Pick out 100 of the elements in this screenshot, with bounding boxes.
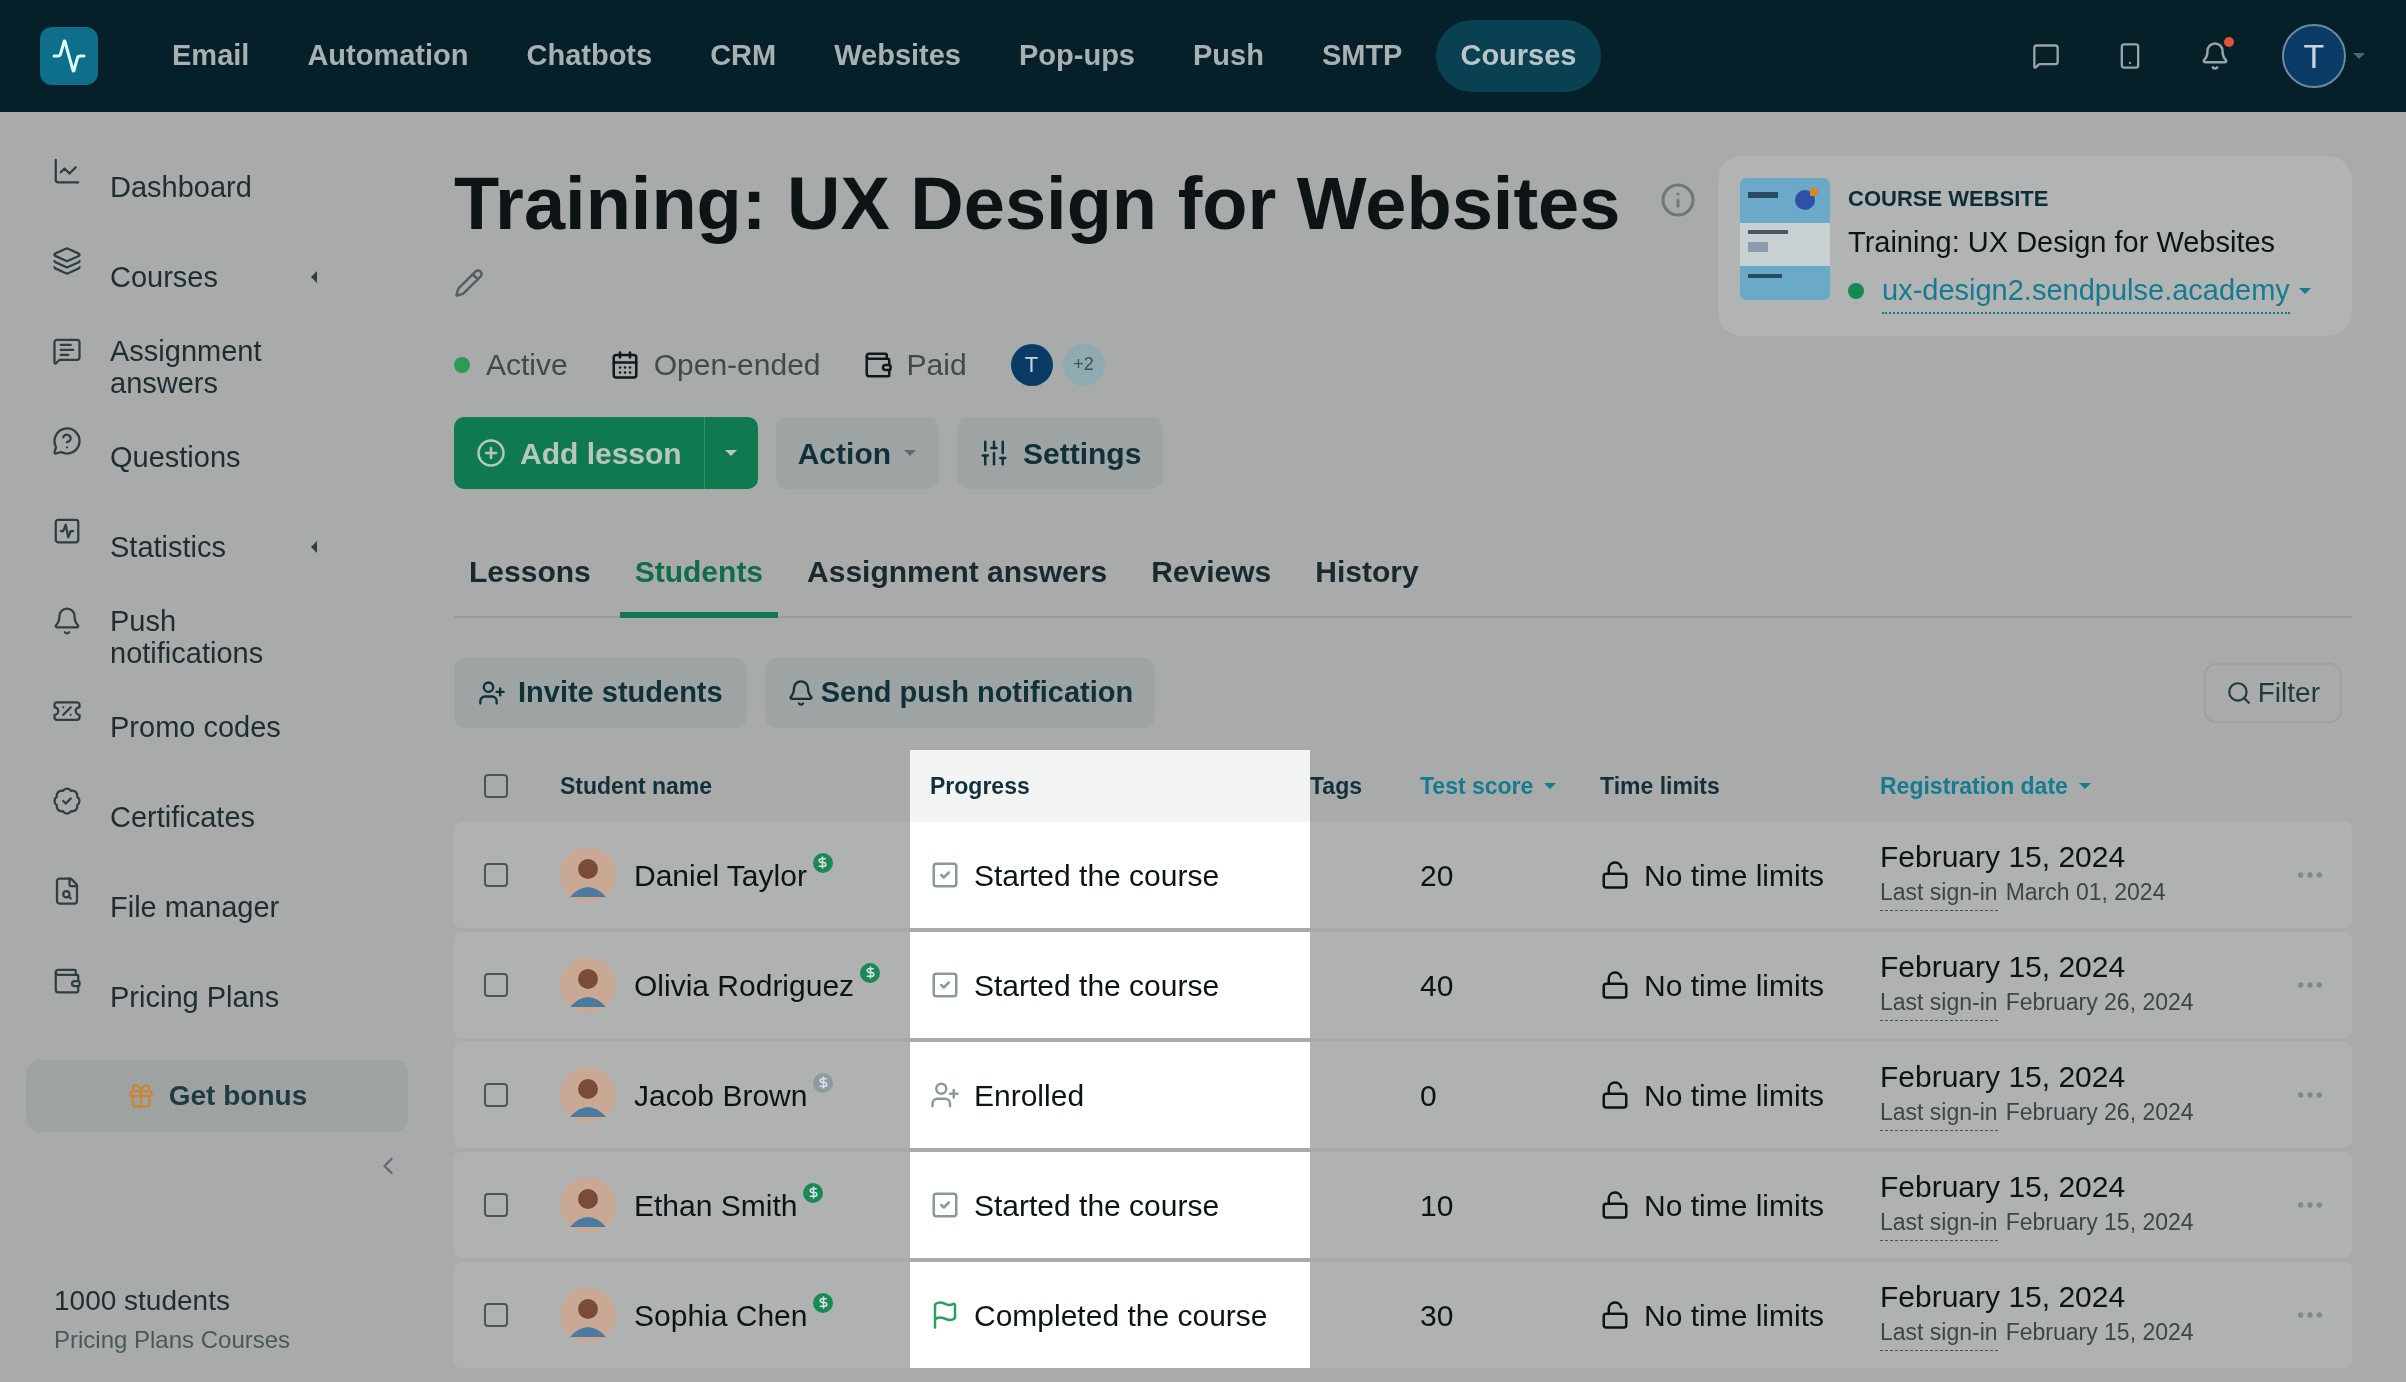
last-signin-label: Last sign-in: [1880, 875, 1998, 911]
column-header: Time limits: [1600, 771, 1721, 801]
unlock-icon: [1600, 970, 1630, 1000]
nav-tab[interactable]: Chatbots: [502, 20, 677, 92]
search-icon: [2225, 680, 2252, 706]
plus-icon: [476, 438, 506, 468]
last-signin-date: February 15, 2024: [2005, 1318, 2194, 1348]
avatar-icon: [560, 957, 616, 1013]
send-push-button[interactable]: Send push notification: [764, 658, 1156, 728]
pricing-label: Paid: [906, 347, 967, 383]
collapse-caret-icon: [310, 270, 318, 284]
column-header: Tags: [1310, 771, 1363, 801]
get-bonus-button[interactable]: Get bonus: [26, 1060, 408, 1132]
student-name[interactable]: Ethan Smith: [634, 1182, 798, 1228]
unlock-icon: [1600, 1080, 1630, 1110]
sidebar-item[interactable]: File manager: [26, 862, 408, 952]
tab[interactable]: Assignment answers: [792, 549, 1123, 618]
row-checkbox[interactable]: [484, 973, 508, 997]
nav-tab[interactable]: Push: [1169, 20, 1288, 92]
action-button[interactable]: Action: [775, 417, 940, 489]
row-checkbox[interactable]: [484, 1303, 508, 1327]
settings-button[interactable]: Settings: [957, 417, 1164, 489]
unlock-icon: [1600, 1190, 1630, 1220]
row-checkbox[interactable]: [484, 1083, 508, 1107]
nav-tab[interactable]: Websites: [810, 20, 985, 92]
user-plus-icon: [478, 679, 506, 707]
course-title: Training: UX Design for Websites: [454, 162, 1621, 246]
calendar-icon: [609, 349, 640, 380]
card-heading: COURSE WEBSITE: [1848, 185, 2050, 213]
sidebar-item[interactable]: Pricing Plans: [26, 952, 408, 1042]
tab[interactable]: Reviews: [1136, 549, 1287, 618]
more-authors-badge: +2: [1062, 343, 1105, 386]
avatar-icon: [560, 1067, 616, 1123]
registration-date: February 15, 2024: [1880, 949, 2127, 986]
row-checkbox[interactable]: [484, 863, 508, 887]
column-header: Progress: [910, 750, 1310, 822]
duration-label: Open-ended: [653, 347, 821, 383]
user-avatar[interactable]: T: [2282, 24, 2346, 88]
tab[interactable]: Lessons: [454, 549, 606, 618]
sidebar-item[interactable]: Dashboard: [26, 142, 408, 232]
last-signin-date: February 15, 2024: [2005, 1208, 2194, 1238]
author-avatar: T: [1010, 343, 1053, 386]
website-title: Training: UX Design for Websites: [1848, 225, 2277, 260]
nav-tab[interactable]: Email: [148, 20, 274, 92]
last-signin-label: Last sign-in: [1880, 1095, 1998, 1131]
test-score: 10: [1420, 1187, 1454, 1224]
caret-icon: [724, 449, 739, 457]
nav-tab[interactable]: Automation: [283, 20, 493, 92]
tab[interactable]: History: [1300, 549, 1434, 618]
registration-date: February 15, 2024: [1880, 1279, 2127, 1316]
student-name[interactable]: Olivia Rodriguez: [634, 962, 855, 1008]
student-name[interactable]: Sophia Chen: [634, 1292, 808, 1338]
progress-status: Completed the course: [974, 1297, 1268, 1334]
avatar-icon: [560, 1177, 616, 1233]
time-limit: No time limits: [1644, 1077, 1824, 1114]
test-score: 0: [1420, 1077, 1437, 1114]
student-name[interactable]: Jacob Brown: [634, 1072, 808, 1118]
last-signin-label: Last sign-in: [1880, 1315, 1998, 1351]
student-count: 1000 students: [54, 1284, 231, 1318]
progress-status: Enrolled: [974, 1077, 1085, 1114]
filter-button[interactable]: Filter: [2203, 663, 2342, 723]
sidebar-item[interactable]: Questions: [26, 412, 408, 502]
row-checkbox[interactable]: [484, 1193, 508, 1217]
sidebar-item[interactable]: Certificates: [26, 772, 408, 862]
registration-date: February 15, 2024: [1880, 839, 2127, 876]
time-limit: No time limits: [1644, 1297, 1824, 1334]
plan-name: Pricing Plans Courses: [54, 1325, 292, 1355]
student-name[interactable]: Daniel Taylor: [634, 852, 807, 898]
nav-tab[interactable]: CRM: [686, 20, 801, 92]
registration-date: February 15, 2024: [1880, 1059, 2127, 1096]
gift-icon: [126, 1082, 155, 1110]
unlock-icon: [1600, 1300, 1630, 1330]
unlock-icon: [1600, 860, 1630, 890]
nav-tab[interactable]: Courses: [1436, 20, 1601, 92]
chat-icon[interactable]: [2032, 42, 2060, 70]
sidebar-item[interactable]: Courses: [26, 232, 408, 322]
sort-caret-icon: [1543, 782, 1558, 790]
last-signin-date: March 01, 2024: [2005, 878, 2166, 908]
sidebar-item[interactable]: Statistics: [26, 502, 408, 592]
collapse-caret-icon: [310, 540, 318, 554]
caret-icon: [903, 449, 918, 457]
select-all-checkbox[interactable]: [484, 774, 508, 798]
nav-tab[interactable]: SMTP: [1297, 20, 1427, 92]
caret-icon: [2352, 52, 2366, 60]
last-signin-date: February 26, 2024: [2005, 988, 2194, 1018]
bell-icon: [786, 679, 815, 707]
edit-icon[interactable]: [454, 268, 484, 298]
sidebar-item[interactable]: Promo codes: [26, 682, 408, 772]
logo-icon[interactable]: [40, 27, 98, 85]
registration-date: February 15, 2024: [1880, 1169, 2127, 1206]
info-icon[interactable]: [1660, 182, 1697, 218]
time-limit: No time limits: [1644, 967, 1824, 1004]
sidebar-item[interactable]: Assignment answers: [26, 322, 408, 412]
test-score: 40: [1420, 967, 1454, 1004]
invite-students-button[interactable]: Invite students: [454, 658, 747, 728]
time-limit: No time limits: [1644, 1187, 1824, 1224]
progress-status: Started the course: [974, 967, 1220, 1004]
sidebar-item[interactable]: Push notifications: [26, 592, 408, 682]
time-limit: No time limits: [1644, 857, 1824, 894]
nav-tab[interactable]: Pop-ups: [995, 20, 1159, 92]
